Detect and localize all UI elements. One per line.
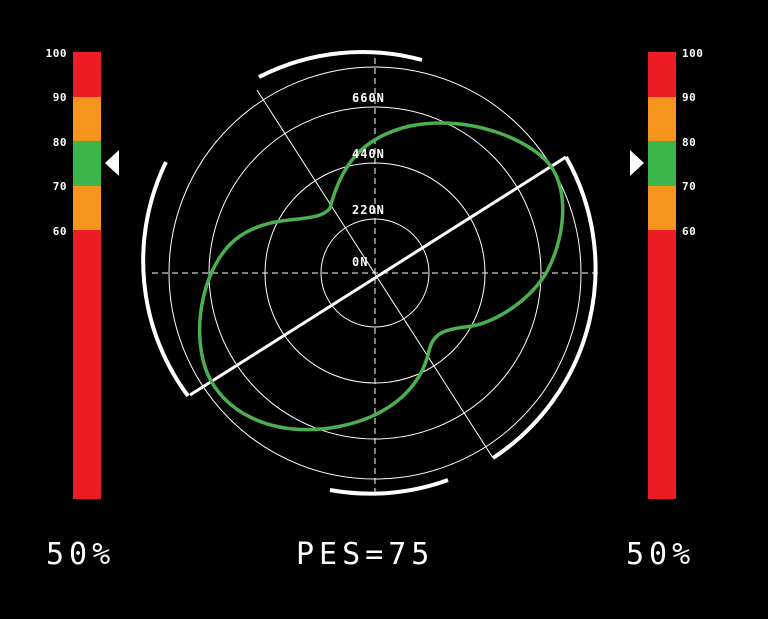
polar-ring-label: 220N	[352, 203, 385, 217]
right-gauge-readout: 50%	[626, 537, 696, 572]
polar-force-plot: 660N 440N 220N 0N	[141, 49, 598, 497]
polar-effort-axis	[189, 155, 567, 397]
polar-outer-arc-right	[491, 156, 598, 460]
polar-outer-arc-top	[258, 49, 423, 79]
polar-outer-arc-left	[141, 161, 190, 398]
polar-ring-label: 0N	[352, 255, 368, 269]
polar-outer-arc-bottom	[329, 478, 449, 496]
force-curve	[197, 121, 565, 432]
polar-ring-label: 660N	[352, 91, 385, 105]
pes-readout: PES=75	[296, 537, 435, 572]
left-gauge-readout: 50%	[46, 537, 116, 572]
polar-ring-label: 440N	[352, 147, 385, 161]
